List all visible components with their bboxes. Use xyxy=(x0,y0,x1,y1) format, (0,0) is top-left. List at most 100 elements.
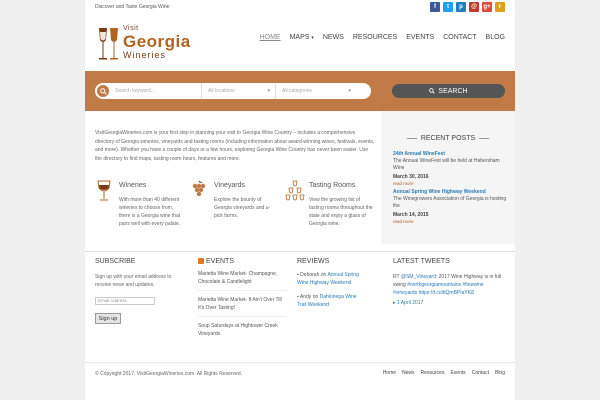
page: Discover and Taste Georgia Wine f t p @ … xyxy=(85,0,515,400)
review-on: on xyxy=(320,272,327,278)
chevron-down-icon: ▾ xyxy=(311,35,314,41)
recent-post-title[interactable]: Annual Spring Wine Highway Weekend xyxy=(393,189,509,195)
category-select-value: All categories xyxy=(282,88,313,94)
footer-nav: Home News Resources Events Contact Blog xyxy=(383,370,505,376)
wine-glass-icon xyxy=(97,180,111,201)
email-icon[interactable]: @ xyxy=(469,2,479,12)
search-bar: Search keyword... All locations ▾ All ca… xyxy=(85,71,515,111)
twitter-icon: ▸ xyxy=(393,300,396,306)
footer-widgets: SUBSCRIBE Sign up with your email addres… xyxy=(85,258,515,358)
feature-desc: View the growing list of tasting rooms t… xyxy=(309,197,373,227)
section-divider xyxy=(85,251,515,252)
rss-icon xyxy=(198,258,204,265)
comment-icon: ▪ xyxy=(297,294,299,300)
read-more-link[interactable]: read more xyxy=(393,219,509,224)
recent-post-date: March 14, 2015 xyxy=(393,212,429,218)
recent-post-excerpt: The Annual WineFest will be held at Habe… xyxy=(393,158,500,171)
events-title: EVENTS xyxy=(206,258,235,265)
site-logo[interactable]: Visit Georgia Wineries xyxy=(97,22,197,66)
tweet-date-row: ▸ 1 April 2017 xyxy=(393,300,508,306)
review-on: on xyxy=(312,294,319,300)
event-item[interactable]: Soup Saturdays at Hightower Creek Vineya… xyxy=(198,322,286,342)
category-select[interactable]: All categories ▾ xyxy=(276,83,356,99)
footer-link-blog[interactable]: Blog xyxy=(495,370,505,376)
features: Wineries With more than 40 different win… xyxy=(95,180,375,240)
glass-pyramid-icon xyxy=(285,180,305,201)
logo-georgia: Georgia xyxy=(123,32,191,51)
review-item: ▪ Deborah on Annual Spring Wine Highway … xyxy=(297,271,367,287)
tweet-date[interactable]: 1 April 2017 xyxy=(397,300,423,306)
search-button[interactable]: SEARCH xyxy=(392,84,505,98)
subscribe-text: Sign up with your email address to recei… xyxy=(95,274,172,288)
wine-glasses-logo-icon xyxy=(99,28,118,60)
chevron-down-icon: ▾ xyxy=(348,88,351,94)
nav-events[interactable]: EVENTS xyxy=(406,34,434,41)
footer-link-resources[interactable]: Resources xyxy=(421,370,445,376)
events-title-row: EVENTS xyxy=(198,258,290,265)
footer-divider xyxy=(85,362,515,363)
search-keyword-input[interactable]: Search keyword... xyxy=(109,83,202,99)
facebook-icon[interactable]: f xyxy=(430,2,440,12)
nav-maps-label: MAPS xyxy=(289,34,310,41)
site-tagline: Discover and Taste Georgia Wine xyxy=(95,4,170,10)
review-item: ▪ Andy on Dahlonega Wine Trail Weekend xyxy=(297,293,367,309)
topbar: Discover and Taste Georgia Wine f t p @ … xyxy=(85,0,515,16)
event-item[interactable]: Marietta Wine Market- It Ain't Over Till… xyxy=(198,296,286,317)
nav-contact[interactable]: CONTACT xyxy=(443,34,476,41)
intro-text: VisitGeorgiaWineries.com is your first s… xyxy=(95,130,375,162)
feature-title: Vineyards xyxy=(214,182,246,189)
tweets-title: LATEST TWEETS xyxy=(393,258,450,265)
googleplus-icon[interactable]: g+ xyxy=(482,2,492,12)
recent-posts-title: RECENT POSTS xyxy=(381,135,515,142)
recent-post: Annual Spring Wine Highway Weekend The W… xyxy=(393,189,509,224)
chevron-down-icon: ▾ xyxy=(267,88,270,94)
tweet-link[interactable]: https://t.co/tiQmBPIaYK8 xyxy=(419,290,474,296)
tweets-widget: LATEST TWEETS RT @SM_Vineyard: 2017 Wine… xyxy=(393,258,508,306)
logo-wineries: Wineries xyxy=(123,50,167,60)
feature-desc: With more than 40 different wineries to … xyxy=(119,197,181,227)
subscribe-widget: SUBSCRIBE Sign up with your email addres… xyxy=(95,258,180,324)
twitter-icon[interactable]: t xyxy=(443,2,453,12)
event-item[interactable]: Marietta Wine Market- Champagne, Chocola… xyxy=(198,270,286,291)
nav-home[interactable]: HOME xyxy=(260,34,281,41)
nav-news[interactable]: NEWS xyxy=(323,34,344,41)
signup-button[interactable]: Sign up xyxy=(95,313,121,324)
recent-posts-sidebar: RECENT POSTS 24th Annual WineFest The An… xyxy=(381,111,515,244)
footer-link-contact[interactable]: Contact xyxy=(472,370,489,376)
tweet-handle[interactable]: @SM_Vineyard xyxy=(401,274,436,280)
footer-link-news[interactable]: News xyxy=(402,370,415,376)
review-author: Andy xyxy=(299,294,312,300)
pinterest-icon[interactable]: p xyxy=(456,2,466,12)
tweet-hashtag[interactable]: #finewine xyxy=(463,282,484,288)
tweet-text: RT @SM_Vineyard: 2017 Wine Highway is in… xyxy=(393,273,503,297)
logo-visit: Visit xyxy=(123,25,139,32)
search-icon xyxy=(429,88,436,94)
search-form: Search keyword... All locations ▾ All ca… xyxy=(95,83,371,99)
subscribe-title: SUBSCRIBE xyxy=(95,258,136,265)
tweet-prefix: RT xyxy=(393,274,400,280)
tweet-hashtag[interactable]: #northgeorgiamountains xyxy=(407,282,461,288)
read-more-link[interactable]: read more xyxy=(393,181,509,186)
nav-blog[interactable]: BLOG xyxy=(486,34,505,41)
location-select-value: All locations xyxy=(208,88,235,94)
recent-post-excerpt: The Winegrowers Association of Georgia i… xyxy=(393,196,507,209)
location-select[interactable]: All locations ▾ xyxy=(202,83,276,99)
search-button-label: SEARCH xyxy=(438,87,468,95)
events-widget: EVENTS Marietta Wine Market- Champagne, … xyxy=(198,258,290,342)
feature-title: Tasting Rooms xyxy=(309,182,356,189)
tweet-hashtag[interactable]: #vineyards xyxy=(393,290,417,296)
copyright-text: © Copyright 2017, VisitGeorgiaWineries.c… xyxy=(95,371,242,377)
footer-link-events[interactable]: Events xyxy=(450,370,465,376)
email-field[interactable]: Email Address xyxy=(95,297,155,305)
recent-post: 24th Annual WineFest The Annual WineFest… xyxy=(393,151,509,186)
footer-link-home[interactable]: Home xyxy=(383,370,396,376)
review-author: Deborah xyxy=(300,272,320,278)
social-links: f t p @ g+ r xyxy=(430,2,505,12)
nav-maps[interactable]: MAPS ▾ xyxy=(290,34,314,41)
rss-icon[interactable]: r xyxy=(495,2,505,12)
grapes-icon xyxy=(192,180,206,197)
reviews-title: REVIEWS xyxy=(297,258,330,265)
feature-desc: Explore the bounty of Georgia vineyards … xyxy=(214,197,271,219)
recent-post-title[interactable]: 24th Annual WineFest xyxy=(393,151,509,157)
nav-resources[interactable]: RESOURCES xyxy=(353,34,397,41)
